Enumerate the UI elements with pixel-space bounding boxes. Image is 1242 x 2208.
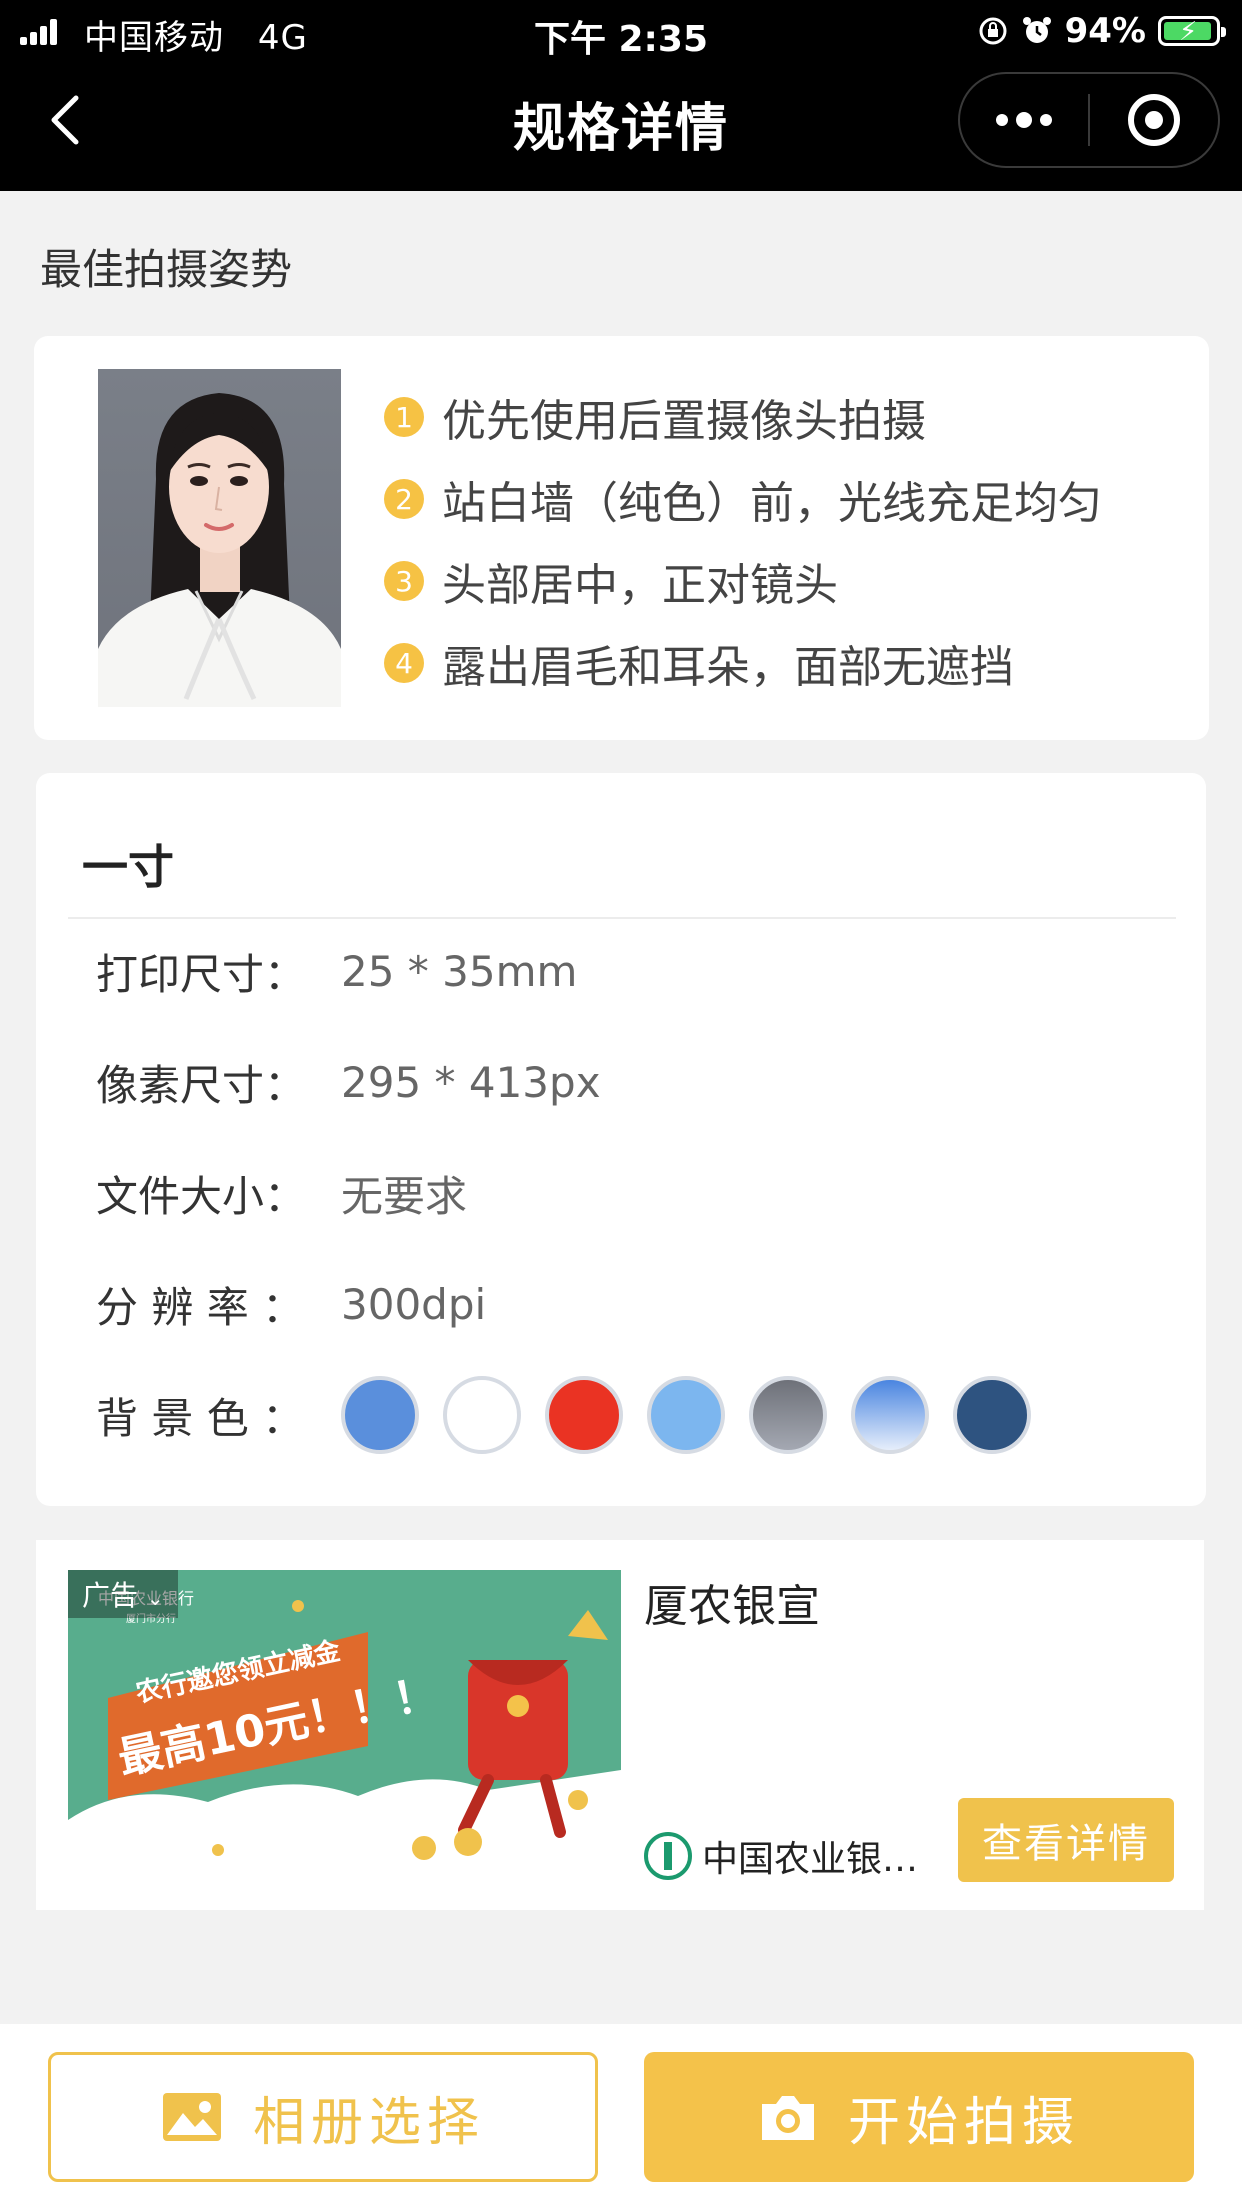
ad-brand-name: 中国农业银… xyxy=(702,1839,919,1880)
tip-text: 头部居中，正对镜头 xyxy=(442,560,838,611)
view-details-button[interactable]: 查看详情 xyxy=(958,1798,1174,1882)
background-swatches xyxy=(341,1376,1031,1454)
spec-value: 295 * 413px xyxy=(341,1057,601,1107)
pose-card: 1 优先使用后置摄像头拍摄 2 站白墙（纯色）前，光线充足均匀 3 头部居中，正… xyxy=(34,336,1209,740)
more-dots-icon[interactable] xyxy=(960,74,1088,166)
nav-bar: 规格详情 xyxy=(0,62,1242,191)
alarm-icon xyxy=(1022,17,1051,43)
pose-section-title: 最佳拍摄姿势 xyxy=(40,245,293,294)
tip-text: 露出眉毛和耳朵，面部无遮挡 xyxy=(442,642,1014,693)
start-shooting-label: 开始拍摄 xyxy=(847,2092,1080,2153)
spec-card: 一寸 打印尺寸： 25 * 35mm 像素尺寸： 295 * 413px 文件大… xyxy=(36,773,1206,1506)
sample-portrait xyxy=(98,369,341,707)
spec-value: 无要求 xyxy=(341,1171,468,1221)
spec-title: 一寸 xyxy=(82,840,174,894)
spec-row-pixel-size: 像素尺寸： 295 * 413px xyxy=(96,1052,601,1112)
bottom-action-bar: 相册选择 开始拍摄 xyxy=(0,2024,1242,2208)
tip-text: 站白墙（纯色）前，光线充足均匀 xyxy=(442,478,1102,529)
ad-brand: 中国农业银… xyxy=(644,1830,918,1882)
spec-label: 打印尺寸： xyxy=(96,949,307,999)
pose-tip: 3 头部居中，正对镜头 xyxy=(384,540,1102,622)
tip-number-badge: 2 xyxy=(384,479,424,519)
album-select-label: 相册选择 xyxy=(252,2092,485,2153)
spec-row-print-size: 打印尺寸： 25 * 35mm xyxy=(96,941,577,1001)
battery-percent: 94% xyxy=(1064,11,1146,51)
spec-value: 25 * 35mm xyxy=(341,946,578,996)
ad-tag-label: 广告 xyxy=(82,1579,139,1612)
tip-number-badge: 1 xyxy=(384,397,424,437)
spec-row-resolution: 分 辨 率 ： 300dpi xyxy=(96,1274,486,1334)
color-swatch-gray-gradient[interactable] xyxy=(749,1376,827,1454)
battery-icon: ⚡ xyxy=(1158,16,1226,47)
color-swatch-dark-blue[interactable] xyxy=(953,1376,1031,1454)
spec-row-background-color: 背 景 色 ： xyxy=(96,1376,1031,1454)
color-swatch-blue-gradient[interactable] xyxy=(851,1376,929,1454)
chevron-down-icon: ⌄ xyxy=(146,1586,164,1610)
spec-label: 像素尺寸： xyxy=(96,1060,307,1110)
target-close-icon[interactable] xyxy=(1090,74,1218,166)
start-shooting-button[interactable]: 开始拍摄 xyxy=(644,2052,1194,2182)
status-bar: 中国移动 4G 下午 2:35 94% ⚡ xyxy=(0,0,1242,62)
spec-divider xyxy=(68,917,1176,919)
tip-number-badge: 4 xyxy=(384,643,424,683)
ad-title[interactable]: 厦农银宣 xyxy=(644,1570,820,1634)
spec-row-file-size: 文件大小： 无要求 xyxy=(96,1163,467,1223)
color-swatch-light-blue[interactable] xyxy=(647,1376,725,1454)
album-select-button[interactable]: 相册选择 xyxy=(48,2052,598,2182)
mini-program-capsule xyxy=(958,72,1220,168)
image-icon xyxy=(162,2093,221,2141)
spec-label: 文件大小： xyxy=(96,1171,307,1221)
tip-number-badge: 3 xyxy=(384,561,424,601)
bank-logo-icon xyxy=(644,1832,692,1880)
top-bar: 中国移动 4G 下午 2:35 94% ⚡ 规格详情 xyxy=(0,0,1242,191)
color-swatch-blue[interactable] xyxy=(341,1376,419,1454)
camera-icon xyxy=(761,2096,814,2140)
status-right: 94% ⚡ xyxy=(977,10,1226,52)
color-swatch-red[interactable] xyxy=(545,1376,623,1454)
spec-label: 背 景 色 ： xyxy=(96,1393,305,1443)
rotation-lock-icon xyxy=(979,17,1007,45)
spec-value: 300dpi xyxy=(341,1279,487,1329)
tip-text: 优先使用后置摄像头拍摄 xyxy=(442,396,926,447)
pose-tip: 4 露出眉毛和耳朵，面部无遮挡 xyxy=(384,622,1102,704)
pose-tip: 2 站白墙（纯色）前，光线充足均匀 xyxy=(384,458,1102,540)
ad-tag[interactable]: 广告 ⌄ xyxy=(68,1570,178,1618)
pose-tip: 1 优先使用后置摄像头拍摄 xyxy=(384,376,1102,458)
spec-label: 分 辨 率 ： xyxy=(96,1282,305,1332)
color-swatch-white[interactable] xyxy=(443,1376,521,1454)
pose-tips-list: 1 优先使用后置摄像头拍摄 2 站白墙（纯色）前，光线充足均匀 3 头部居中，正… xyxy=(384,376,1102,704)
ad-card[interactable]: 农行邀您领立减金 最高10元！！！ 中国农业银行 厦门市分行 广告 ⌄ 厦农银宣… xyxy=(36,1540,1204,1910)
ad-banner-image[interactable]: 农行邀您领立减金 最高10元！！！ 中国农业银行 厦门市分行 广告 ⌄ xyxy=(68,1570,621,1882)
